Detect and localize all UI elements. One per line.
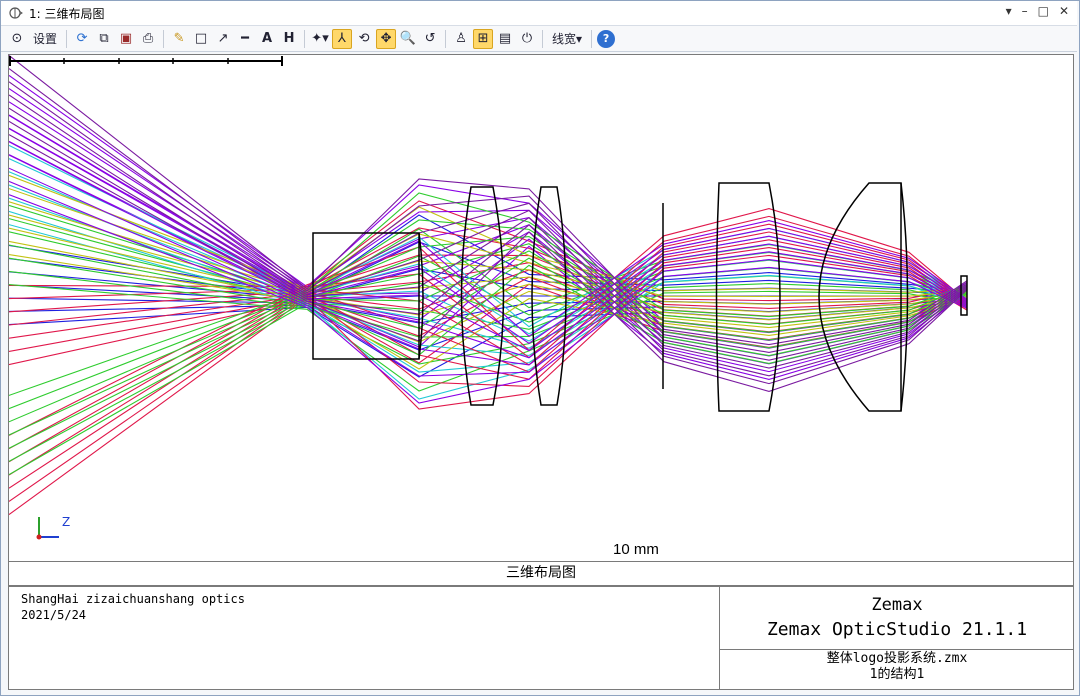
line-icon[interactable]: ━ (235, 29, 255, 49)
zoom-icon[interactable]: 🔍 (398, 29, 418, 49)
axis-triad: Z (31, 511, 81, 545)
window-title: 1: 三维布局图 (29, 5, 105, 22)
pencil-icon[interactable]: ✎ (169, 29, 189, 49)
brand-block: Zemax Zemax OpticStudio 21.1.1 (720, 587, 1074, 650)
rectangle-icon[interactable]: □ (191, 29, 211, 49)
z-axis-label: Z (62, 515, 70, 529)
scale-label: 10 mm (613, 541, 659, 558)
help-icon[interactable]: ? (597, 30, 615, 48)
reset-view-icon[interactable]: ↺ (420, 29, 440, 49)
plot-caption: 三维布局图 (8, 562, 1074, 586)
line-width-dropdown[interactable]: 线宽 ▾ (548, 29, 586, 49)
file-name: 整体logo投影系统.zmx (720, 651, 1074, 667)
title-bar: 1: 三维布局图 ▾ – □ ✕ (1, 1, 1077, 26)
window-icon[interactable]: ▤ (495, 29, 515, 49)
info-box: ShangHai zizaichuanshang optics 2021/5/2… (8, 586, 1074, 690)
lock-icon[interactable]: ♙ (451, 29, 471, 49)
layout-canvas[interactable]: 10 mm Z (8, 54, 1074, 562)
settings-button[interactable]: 设置 (29, 29, 61, 49)
window-menu-button[interactable]: ▾ (1006, 4, 1012, 18)
save-icon[interactable]: ▣ (116, 29, 136, 49)
toolbar: ⊙ 设置 ⟳ ⧉ ▣ ⎙ ✎ □ ↗ ━ A H ✦▾ ⅄ ⟲ ✥ 🔍 ↺ ♙ … (1, 26, 1077, 52)
arrow-icon[interactable]: ↗ (213, 29, 233, 49)
toolbar-divider (542, 30, 543, 48)
brand-name: Zemax (720, 595, 1074, 615)
dimension-icon[interactable]: H (279, 29, 299, 49)
axes-icon[interactable]: ⅄ (332, 29, 352, 49)
toolbar-divider (66, 30, 67, 48)
toolbar-divider (304, 30, 305, 48)
file-info: 整体logo投影系统.zmx 1的结构1 (720, 651, 1074, 683)
maximize-button[interactable]: □ (1038, 4, 1049, 18)
date-text: 2021/5/24 (21, 607, 245, 623)
power-icon[interactable]: ⏻ (517, 29, 537, 49)
line-width-label: 线宽 (552, 30, 576, 47)
settings-chevron-icon[interactable]: ⊙ (7, 29, 27, 49)
axis-triad-icon (31, 511, 81, 545)
toolbar-divider (591, 30, 592, 48)
close-button[interactable]: ✕ (1059, 4, 1069, 18)
fit-window-icon[interactable]: ⊞ (473, 29, 493, 49)
copy-icon[interactable]: ⧉ (94, 29, 114, 49)
info-right-panel: Zemax Zemax OpticStudio 21.1.1 整体logo投影系… (719, 587, 1074, 689)
optical-layout-plot[interactable] (9, 55, 1073, 561)
pan-icon[interactable]: ✥ (376, 29, 396, 49)
toolbar-divider (163, 30, 164, 48)
text-icon[interactable]: A (257, 29, 277, 49)
product-name: Zemax OpticStudio 21.1.1 (720, 619, 1074, 640)
layout-icon (9, 6, 23, 20)
rotate-view-icon[interactable]: ✦▾ (310, 29, 330, 49)
lens-element (819, 183, 901, 411)
lens-surface (901, 183, 908, 411)
refresh-icon[interactable]: ⟳ (72, 29, 92, 49)
toolbar-divider (445, 30, 446, 48)
info-left-panel: ShangHai zizaichuanshang optics 2021/5/2… (21, 591, 245, 623)
minimize-button[interactable]: – (1022, 4, 1028, 18)
rotate-icon[interactable]: ⟲ (354, 29, 374, 49)
print-icon[interactable]: ⎙ (138, 29, 158, 49)
ray-bundles (9, 55, 967, 514)
company-name: ShangHai zizaichuanshang optics (21, 591, 245, 607)
configuration-label: 1的结构1 (720, 667, 1074, 683)
scale-bar (9, 55, 283, 67)
